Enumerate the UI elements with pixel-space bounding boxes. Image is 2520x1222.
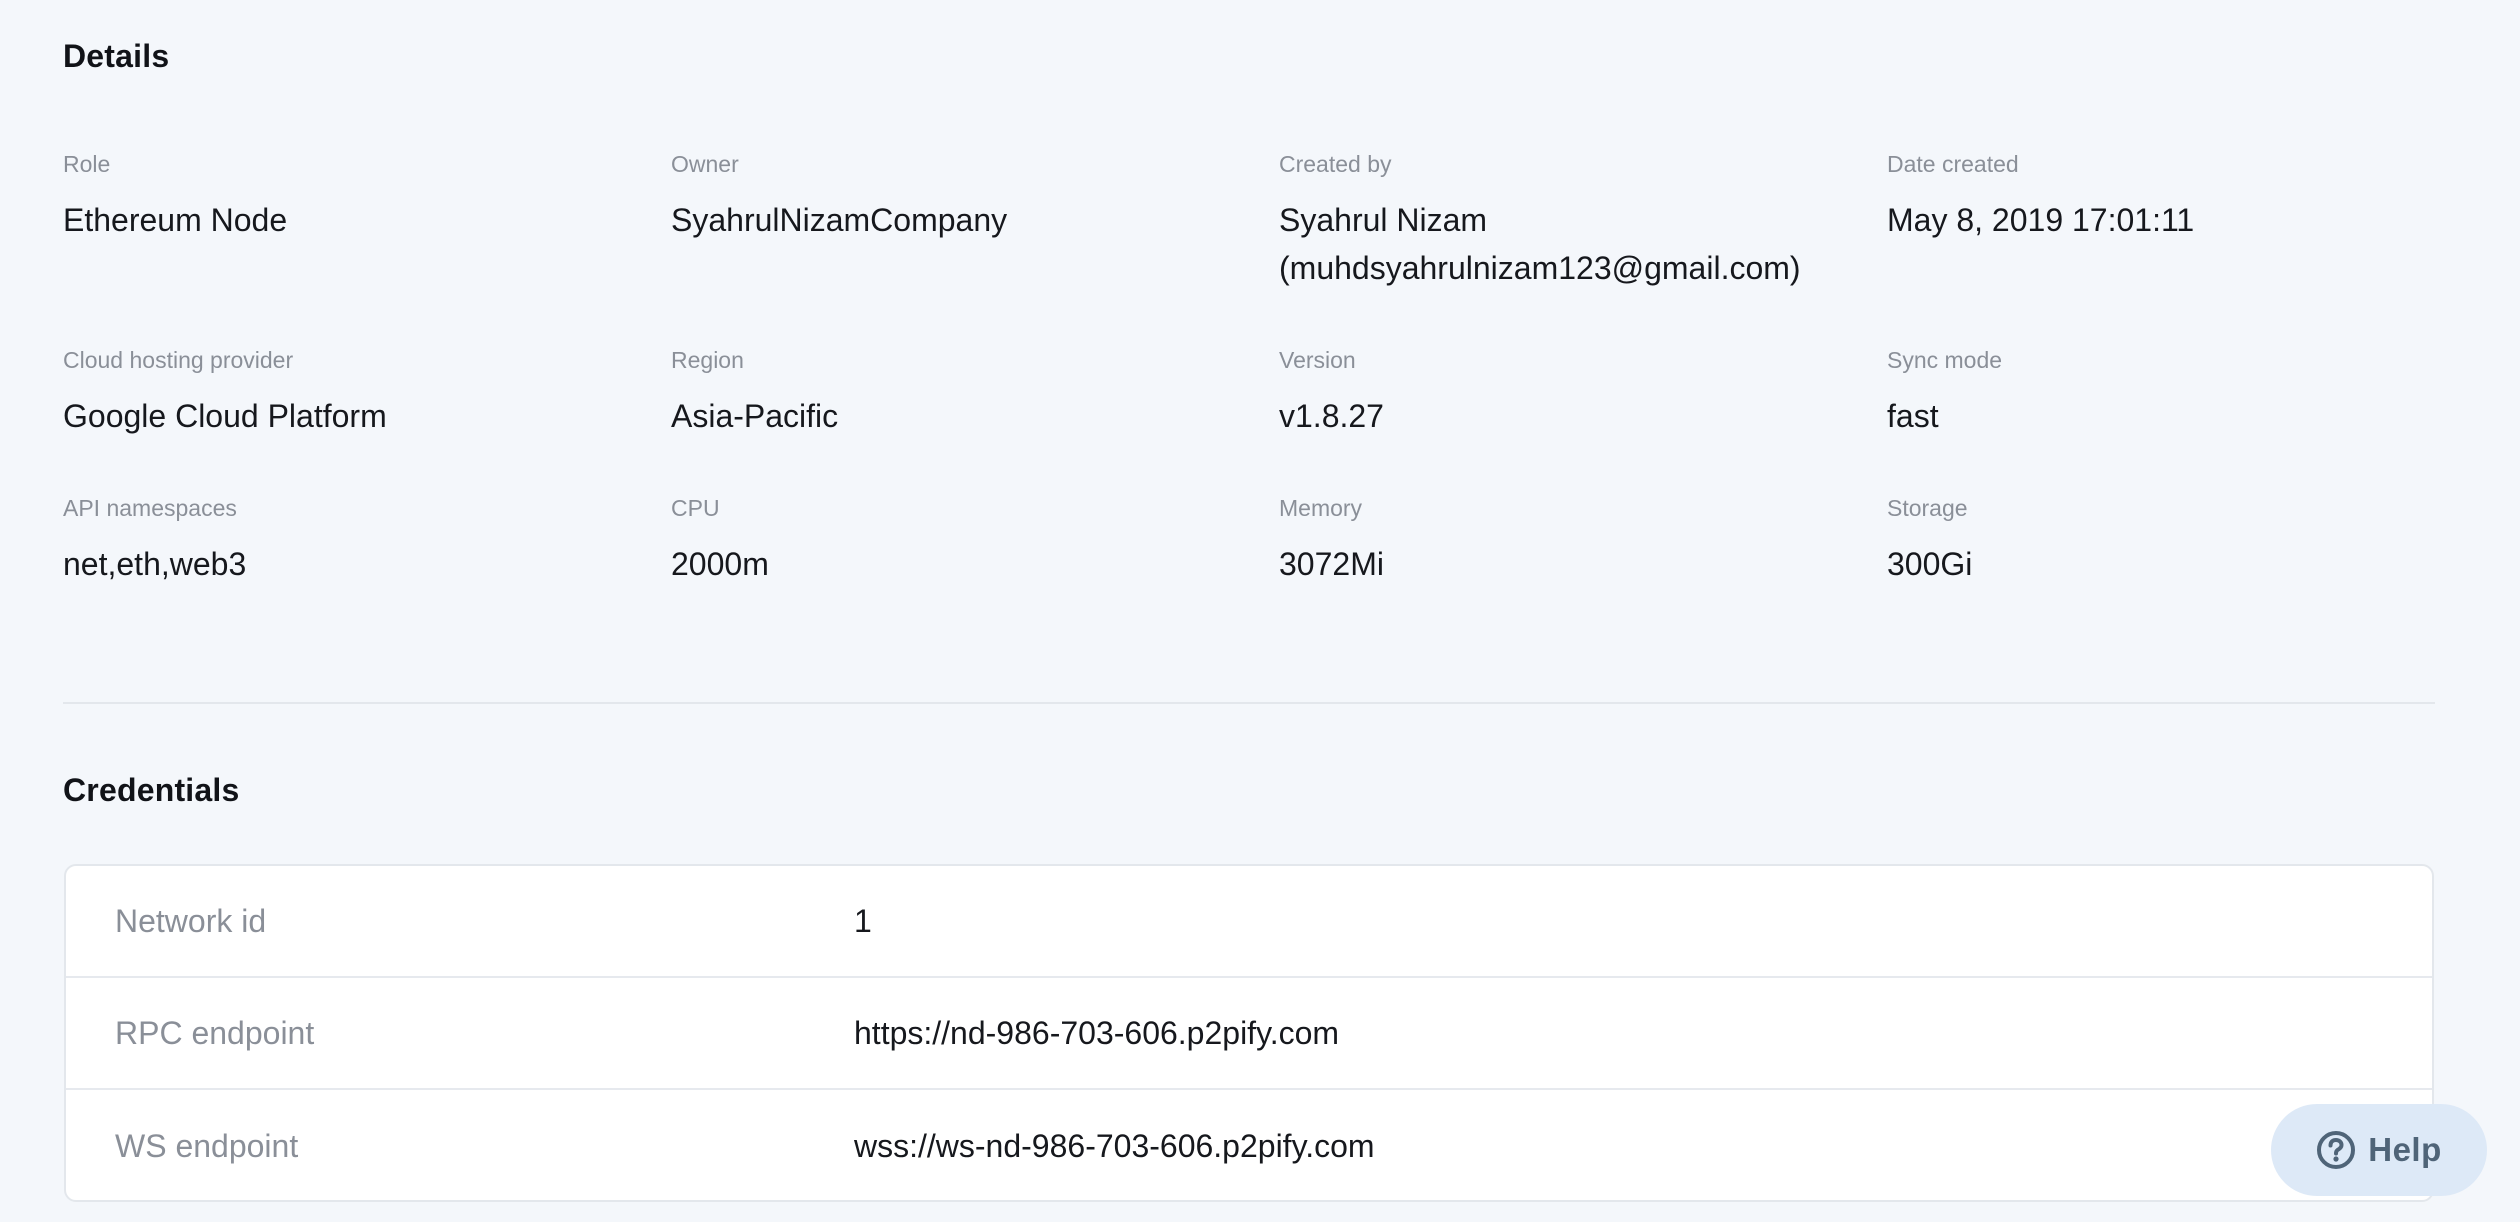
details-row: API namespaces net,eth,web3 CPU 2000m Me…	[63, 494, 2435, 642]
cpu-field: CPU 2000m	[671, 494, 1279, 642]
credential-value[interactable]: 1	[854, 903, 872, 940]
version-value: v1.8.27	[1279, 398, 1384, 434]
cloud-provider-value: Google Cloud Platform	[63, 398, 387, 434]
region-label: Region	[671, 347, 744, 373]
node-details-page: Details Role Ethereum Node Owner Syahrul…	[0, 0, 2520, 1222]
owner-label: Owner	[671, 151, 739, 177]
credential-value[interactable]: https://nd-986-703-606.p2pify.com	[854, 1015, 1339, 1052]
version-label: Version	[1279, 347, 1356, 373]
version-field: Version v1.8.27	[1279, 346, 1887, 494]
credential-row-network-id: Network id 1	[66, 866, 2432, 978]
role-label: Role	[63, 151, 111, 177]
date-created-field: Date created May 8, 2019 17:01:11	[1887, 150, 2495, 346]
api-namespaces-value: net,eth,web3	[63, 546, 247, 582]
sync-mode-field: Sync mode fast	[1887, 346, 2495, 494]
help-label: Help	[2368, 1131, 2442, 1168]
storage-label: Storage	[1887, 495, 1968, 521]
sync-mode-value: fast	[1887, 398, 1939, 434]
role-value: Ethereum Node	[63, 202, 288, 238]
date-created-value: May 8, 2019 17:01:11	[1887, 202, 2195, 238]
api-namespaces-field: API namespaces net,eth,web3	[63, 494, 671, 642]
storage-value: 300Gi	[1887, 546, 1973, 582]
credentials-table: Network id 1 RPC endpoint https://nd-986…	[64, 864, 2434, 1202]
details-row: Cloud hosting provider Google Cloud Plat…	[63, 346, 2435, 494]
owner-value: SyahrulNizamCompany	[671, 202, 1008, 238]
date-created-label: Date created	[1887, 151, 2019, 177]
owner-field: Owner SyahrulNizamCompany	[671, 150, 1279, 346]
credential-key: WS endpoint	[115, 1127, 299, 1164]
credential-key: Network id	[115, 902, 267, 939]
role-field: Role Ethereum Node	[63, 150, 671, 346]
cloud-provider-label: Cloud hosting provider	[63, 347, 294, 373]
details-grid: Role Ethereum Node Owner SyahrulNizamCom…	[63, 150, 2435, 642]
question-circle-icon	[2316, 1130, 2356, 1170]
help-button[interactable]: Help	[2271, 1104, 2487, 1196]
credential-key: RPC endpoint	[115, 1014, 315, 1051]
memory-label: Memory	[1279, 495, 1363, 521]
sync-mode-label: Sync mode	[1887, 347, 2003, 373]
credential-row-rpc-endpoint: RPC endpoint https://nd-986-703-606.p2pi…	[66, 978, 2432, 1090]
cpu-label: CPU	[671, 495, 720, 521]
credentials-section-title: Credentials	[63, 772, 240, 808]
cpu-value: 2000m	[671, 546, 769, 582]
api-namespaces-label: API namespaces	[63, 495, 237, 521]
created-by-value: Syahrul Nizam (muhdsyahrulnizam123@gmail…	[1279, 202, 1801, 286]
credential-row-ws-endpoint: WS endpoint wss://ws-nd-986-703-606.p2pi…	[66, 1090, 2432, 1200]
region-value: Asia-Pacific	[671, 398, 839, 434]
memory-value: 3072Mi	[1279, 546, 1384, 582]
details-section-title: Details	[63, 38, 170, 74]
region-field: Region Asia-Pacific	[671, 346, 1279, 494]
details-row: Role Ethereum Node Owner SyahrulNizamCom…	[63, 150, 2435, 346]
cloud-provider-field: Cloud hosting provider Google Cloud Plat…	[63, 346, 671, 494]
storage-field: Storage 300Gi	[1887, 494, 2495, 642]
section-divider	[63, 702, 2435, 704]
created-by-label: Created by	[1279, 151, 1392, 177]
created-by-field: Created by Syahrul Nizam (muhdsyahrulniz…	[1279, 150, 1887, 346]
memory-field: Memory 3072Mi	[1279, 494, 1887, 642]
credential-value[interactable]: wss://ws-nd-986-703-606.p2pify.com	[854, 1128, 1375, 1165]
